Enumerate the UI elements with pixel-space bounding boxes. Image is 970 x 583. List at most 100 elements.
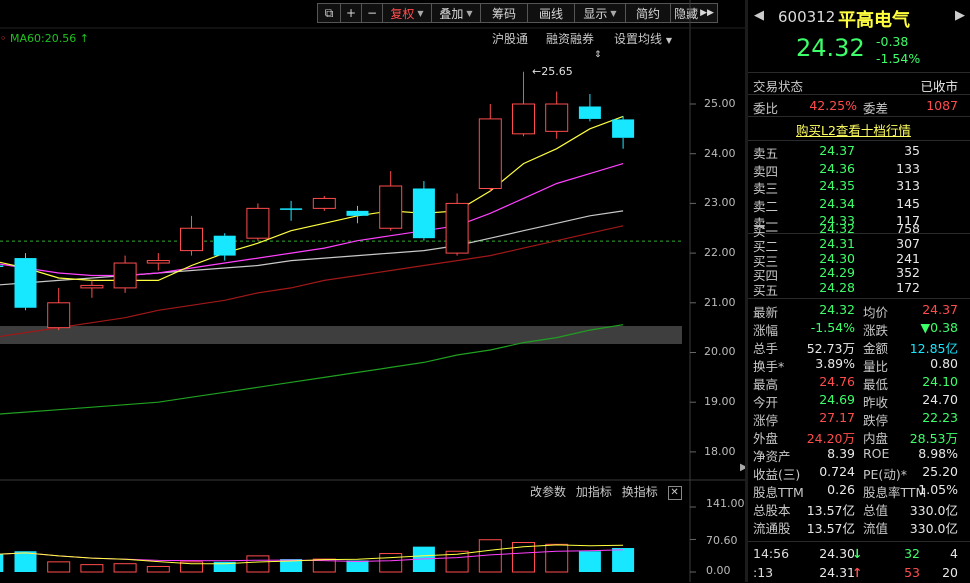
candle-body — [246, 207, 270, 239]
stat-label: 均价 — [863, 305, 889, 320]
stat-row: 最新 24.32 均价 24.37 — [748, 302, 970, 320]
bid-label: 买五 — [753, 283, 779, 299]
close-icon[interactable]: ✕ — [667, 485, 682, 500]
ma30-line — [0, 225, 624, 338]
ask-label: 卖五 — [753, 146, 779, 161]
candle-body — [213, 235, 236, 256]
ma-lines — [0, 115, 624, 415]
bid-volume: 758 — [896, 221, 920, 236]
tick-direction-icon: ↓ — [852, 546, 863, 561]
candle-body — [146, 260, 170, 264]
stat-value: 13.57亿 — [806, 503, 855, 518]
bid-price: 24.32 — [819, 221, 855, 236]
stat-value: 330.0亿 — [909, 521, 958, 536]
volume-bar — [578, 551, 601, 572]
add-indicator-button[interactable]: 加指标 — [576, 485, 612, 499]
stat-value: 24.20万 — [806, 431, 855, 446]
tick-volume: 53 — [904, 565, 920, 580]
stat-value: 24.70 — [922, 392, 958, 407]
stat-label: 股息TTM — [753, 485, 804, 500]
stat-value: 28.53万 — [909, 431, 958, 446]
volume-tick: 141.00 — [706, 497, 745, 510]
l2-purchase-link[interactable]: 购买L2查看十档行情 — [796, 120, 911, 139]
ask-volume: 313 — [896, 178, 920, 194]
stat-label: 最低 — [863, 377, 889, 392]
stat-row: 总手 52.73万 金额 12.85亿 — [748, 338, 970, 356]
ask-volume: 35 — [904, 143, 920, 158]
ask-volume: 133 — [896, 160, 920, 176]
stock-name: 平高电气 — [838, 10, 910, 31]
divider — [748, 541, 970, 542]
kline-chart-area[interactable]: ⧉ + − 复权 ▼ 叠加 ▼ 筹码 画线 显示 ▼ 简约 隐藏 ▶▶ ◦ MA60:2… — [0, 0, 748, 582]
stat-row: 最高 24.76 最低 24.10 — [748, 374, 970, 392]
stat-label: 换手* — [753, 359, 785, 374]
candle-body — [280, 208, 303, 210]
prev-stock-icon[interactable]: ◀ — [754, 8, 764, 23]
divider — [748, 140, 970, 141]
price-tick: 20.00 — [704, 345, 736, 358]
candle-body — [47, 302, 71, 329]
price-change-pct: -1.54% — [876, 51, 921, 66]
price-tick: 21.00 — [704, 296, 736, 309]
stat-row: 总股本 13.57亿 总值 330.0亿 — [748, 500, 970, 518]
tick-time: :13 — [753, 565, 774, 580]
price-tick: 19.00 — [704, 395, 736, 408]
bid-volume: 172 — [896, 280, 920, 296]
volume-bar — [379, 553, 403, 573]
stat-value: 12.85亿 — [909, 341, 958, 356]
stat-label: 金额 — [863, 341, 889, 356]
stat-value: 0.80 — [930, 356, 958, 371]
candle-body — [180, 227, 203, 252]
volume-bars — [0, 539, 635, 573]
divider — [748, 94, 970, 95]
stat-row: 换手* 3.89% 量比 0.80 — [748, 356, 970, 374]
stat-value: 8.98% — [918, 446, 958, 461]
stat-row: 流通股 13.57亿 流值 330.0亿 — [748, 518, 970, 536]
stat-label: 总股本 — [753, 503, 791, 518]
bid-volume: 307 — [896, 235, 920, 251]
bid-volume: 241 — [896, 250, 920, 266]
candles — [0, 71, 635, 331]
stat-value: 24.37 — [922, 302, 958, 317]
volume-tick: 0.00 — [706, 564, 731, 577]
next-stock-icon[interactable]: ▶ — [955, 8, 965, 23]
stat-label: 最新 — [753, 305, 779, 320]
candle-body — [379, 185, 403, 229]
tick-time: 14:56 — [753, 546, 790, 561]
candle-body — [578, 106, 601, 119]
price-tick: 23.00 — [704, 196, 736, 209]
stat-label: 总值 — [863, 503, 889, 518]
stat-label: 总手 — [753, 341, 779, 356]
ask-row: 卖二 24.34 145 — [748, 196, 970, 214]
stat-value: 52.73万 — [806, 341, 855, 356]
tick-direction-icon: ↑ — [852, 565, 863, 580]
bid-price: 24.30 — [819, 250, 855, 266]
volume-tick: 70.60 — [706, 534, 738, 547]
stock-code: 600312 — [778, 8, 836, 26]
price-tick: 22.00 — [704, 246, 736, 259]
stat-value: 27.17 — [819, 410, 855, 425]
switch-indicator-button[interactable]: 换指标 — [622, 485, 658, 499]
stat-label: 跌停 — [863, 413, 889, 428]
stat-row: 股息TTM 0.26 股息率TTM 1.05% — [748, 482, 970, 500]
price-tick: 24.00 — [704, 147, 736, 160]
current-price: 24.32 — [796, 34, 865, 62]
stat-row: 涨停 27.17 跌停 22.23 — [748, 410, 970, 428]
candle-body — [445, 202, 469, 254]
ask-label: 卖三 — [753, 181, 779, 197]
stat-value: 0.26 — [827, 482, 855, 497]
ask-price: 24.37 — [819, 143, 855, 158]
stat-label: 昨收 — [863, 395, 889, 410]
stat-label: 股息率TTM — [863, 485, 927, 500]
candle-body — [512, 103, 535, 135]
stat-value: 1.05% — [918, 482, 958, 497]
candle-body — [113, 262, 137, 289]
stat-label: 最高 — [753, 377, 779, 392]
stat-value: 24.76 — [819, 374, 855, 389]
ask-row: 卖四 24.36 133 — [748, 161, 970, 179]
tick-price: 24.31 — [819, 565, 855, 580]
ask-row: 卖五 24.37 35 — [748, 143, 970, 161]
divider — [748, 72, 970, 73]
change-params-button[interactable]: 改参数 — [530, 485, 566, 499]
stat-label: 净资产 — [753, 449, 791, 464]
